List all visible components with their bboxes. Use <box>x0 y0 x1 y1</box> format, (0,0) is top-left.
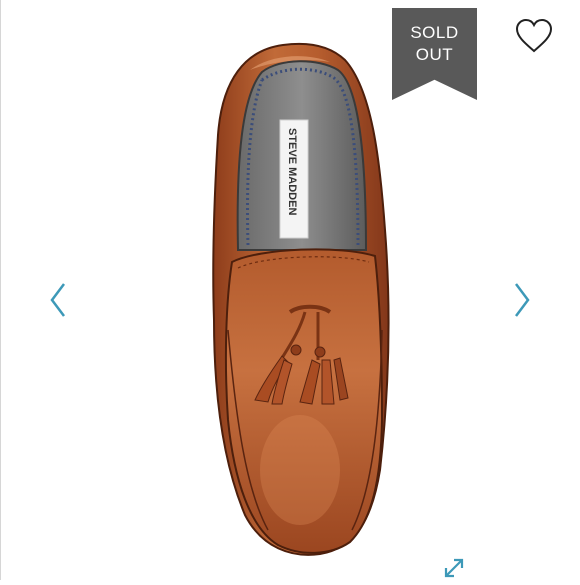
like-button[interactable] <box>514 18 554 54</box>
product-photo[interactable]: STEVE MADDEN <box>140 30 440 565</box>
expand-image-button[interactable] <box>440 556 468 580</box>
chevron-left-icon <box>50 283 65 317</box>
brand-label: STEVE MADDEN <box>286 128 298 215</box>
expand-icon <box>444 558 464 578</box>
badge-line-2: OUT <box>415 45 454 64</box>
chevron-right-icon <box>515 283 530 317</box>
next-image-button[interactable] <box>508 278 536 322</box>
product-image-viewer: STEVE MADDEN SOLD OUT <box>0 0 580 580</box>
badge-line-1: SOLD <box>410 23 459 42</box>
heart-icon <box>515 18 553 53</box>
previous-image-button[interactable] <box>44 278 72 322</box>
left-border <box>0 0 1 580</box>
